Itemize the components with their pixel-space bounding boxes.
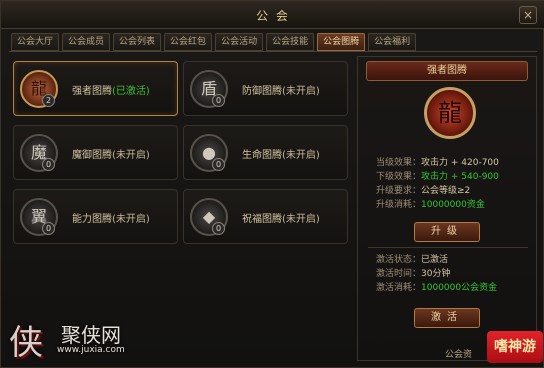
upgrade-requirement-row: 升级要求：公会等级≥2 (376, 186, 471, 196)
activate-time-row: 激活时间：30分钟 (376, 269, 451, 279)
watermark-char: 侠 (9, 323, 43, 363)
totem-level-badge: 0 (42, 158, 55, 171)
totem-name: 强者图腾(已激活) (72, 86, 150, 97)
next-effect-row: 下级效果：攻击力 + 540-900 (376, 172, 499, 182)
tab-guild-list[interactable]: 公会列表 (113, 33, 162, 51)
totem-state: (未开启) (282, 86, 320, 97)
activate-button[interactable]: 激活 (414, 308, 480, 328)
totem-detail-panel: 强者图腾 龍 当级效果：攻击力 + 420-700 下级效果：攻击力 + 540… (357, 56, 537, 361)
totem-card[interactable]: ● 0 生命图腾(未开启) (183, 125, 348, 180)
title-bar: 公 会 × (1, 1, 544, 29)
dragon-totem-icon: 龍 (424, 87, 476, 139)
close-icon[interactable]: × (519, 6, 537, 24)
tab-guild-redpacket[interactable]: 公会红包 (164, 33, 213, 51)
totem-name: 魔御图腾(未开启) (72, 150, 150, 161)
totem-name: 能力图腾(未开启) (72, 214, 150, 225)
detail-header: 强者图腾 (366, 61, 528, 81)
totem-level-badge: 0 (212, 158, 225, 171)
totem-card[interactable]: 龍 2 强者图腾(已激活) (13, 61, 178, 116)
totem-card[interactable]: 魔 0 魔御图腾(未开启) (13, 125, 178, 180)
activate-cost-row: 激活消耗：1000000公会资金 (376, 283, 498, 293)
totem-name: 祝福图腾(未开启) (242, 214, 320, 225)
activate-status-row: 激活状态：已激活 (376, 255, 449, 265)
totem-state: (未开启) (112, 214, 150, 225)
upgrade-button[interactable]: 升级 (414, 222, 480, 242)
tab-guild-members[interactable]: 公会成员 (62, 33, 111, 51)
watermark-badge: 嗜神游 (487, 331, 543, 363)
totem-state: (未开启) (282, 214, 320, 225)
tab-guild-skills[interactable]: 公会技能 (266, 33, 315, 51)
divider (368, 247, 528, 248)
tab-guild-totems[interactable]: 公会图腾 (317, 33, 366, 51)
totem-level-badge: 0 (212, 222, 225, 235)
totem-card[interactable]: ◆ 0 祝福图腾(未开启) (183, 189, 348, 244)
totem-name: 生命图腾(未开启) (242, 150, 320, 161)
tab-divider (9, 51, 537, 52)
current-effect-row: 当级效果：攻击力 + 420-700 (376, 158, 499, 168)
totem-state: (未开启) (112, 150, 150, 161)
tab-guild-hall[interactable]: 公会大厅 (11, 33, 60, 51)
totem-level-badge: 0 (212, 94, 225, 107)
watermark-logo: 侠 聚侠网 www.juxia.com (5, 315, 145, 367)
guild-window: 公 会 × 公会大厅 公会成员 公会列表 公会红包 公会活动 公会技能 公会图腾… (0, 0, 544, 368)
totem-state: (已激活) (112, 86, 150, 97)
tab-guild-welfare[interactable]: 公会福利 (368, 33, 417, 51)
watermark-url: www.juxia.com (57, 345, 125, 355)
totem-card[interactable]: 翼 0 能力图腾(未开启) (13, 189, 178, 244)
guild-funds-label: 公会资 (445, 350, 473, 360)
upgrade-cost-row: 升级消耗：10000000资金 (376, 200, 485, 210)
watermark-brand: 聚侠网 (61, 323, 121, 347)
tab-bar: 公会大厅 公会成员 公会列表 公会红包 公会活动 公会技能 公会图腾 公会福利 (11, 33, 417, 51)
totem-level-badge: 0 (42, 222, 55, 235)
totem-card[interactable]: 盾 0 防御图腾(未开启) (183, 61, 348, 116)
totem-level-badge: 2 (42, 94, 55, 107)
tab-guild-events[interactable]: 公会活动 (215, 33, 264, 51)
totem-state: (未开启) (282, 150, 320, 161)
window-title: 公 会 (256, 9, 290, 23)
totem-name: 防御图腾(未开启) (242, 86, 320, 97)
